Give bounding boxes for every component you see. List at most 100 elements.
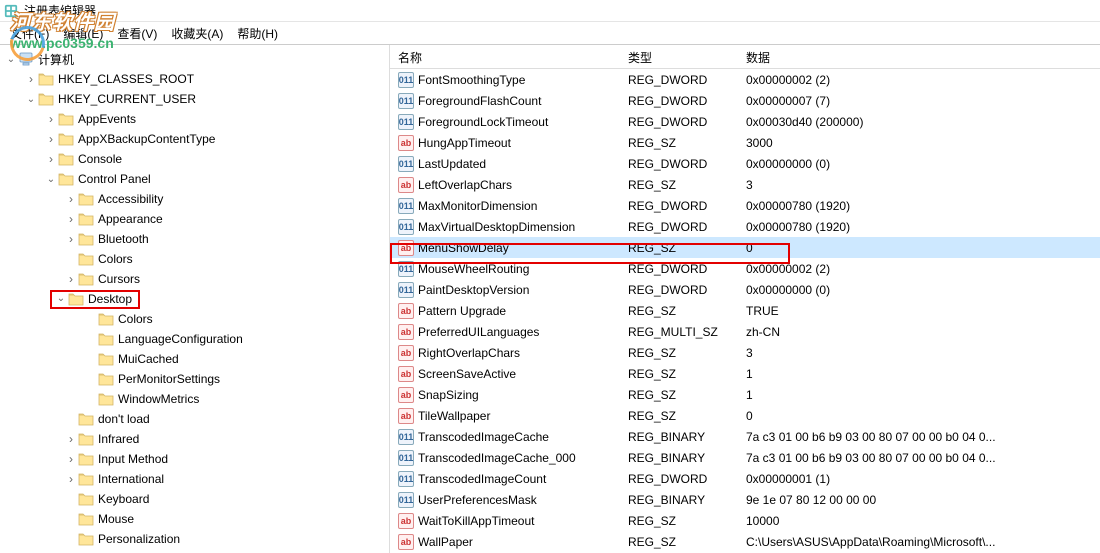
list-row[interactable]: abPreferredUILanguagesREG_MULTI_SZzh-CN — [390, 321, 1100, 342]
folder-icon — [78, 212, 94, 226]
list-row[interactable]: abWallPaperREG_SZC:\Users\ASUS\AppData\R… — [390, 531, 1100, 552]
binary-icon: 011 — [398, 282, 414, 298]
col-header-name[interactable]: 名称 — [390, 45, 620, 68]
value-name: TranscodedImageCache — [418, 430, 549, 444]
value-name: HungAppTimeout — [418, 136, 511, 150]
tree-appx[interactable]: AppXBackupContentType — [0, 129, 389, 149]
value-data: 0x00000000 (0) — [738, 157, 1100, 171]
tree-pers[interactable]: Personalization — [0, 529, 389, 549]
list-row[interactable]: 011MouseWheelRoutingREG_DWORD0x00000002 … — [390, 258, 1100, 279]
value-type: REG_SZ — [620, 241, 738, 255]
menu-view[interactable]: 查看(V) — [111, 23, 163, 44]
folder-icon — [58, 152, 74, 166]
value-name: ForegroundFlashCount — [418, 94, 541, 108]
tree-appearance[interactable]: Appearance — [0, 209, 389, 229]
list-row[interactable]: 011TranscodedImageCacheREG_BINARY7a c3 0… — [390, 426, 1100, 447]
binary-icon: 011 — [398, 429, 414, 445]
list-row[interactable]: 011TranscodedImageCache_000REG_BINARY7a … — [390, 447, 1100, 468]
tree-intl[interactable]: International — [0, 469, 389, 489]
list-row[interactable]: abTileWallpaperREG_SZ0 — [390, 405, 1100, 426]
tree-dontload[interactable]: don't load — [0, 409, 389, 429]
list-row[interactable]: abLeftOverlapCharsREG_SZ3 — [390, 174, 1100, 195]
value-type: REG_SZ — [620, 367, 738, 381]
folder-icon — [78, 192, 94, 206]
tree-hkcr[interactable]: HKEY_CLASSES_ROOT — [0, 69, 389, 89]
menu-file[interactable]: 文件(F) — [4, 23, 55, 44]
tree-bluetooth[interactable]: Bluetooth — [0, 229, 389, 249]
value-data: 3 — [738, 178, 1100, 192]
value-name: LeftOverlapChars — [418, 178, 512, 192]
value-name: ScreenSaveActive — [418, 367, 516, 381]
tree-langconf[interactable]: LanguageConfiguration — [0, 329, 389, 349]
binary-icon: 011 — [398, 93, 414, 109]
folder-icon — [78, 232, 94, 246]
list-row[interactable]: 011TranscodedImageCountREG_DWORD0x000000… — [390, 468, 1100, 489]
list-row[interactable]: abMenuShowDelayREG_SZ0 — [390, 237, 1100, 258]
tree-pane[interactable]: 计算机 HKEY_CLASSES_ROOT HKEY_CURRENT_USER … — [0, 45, 390, 553]
string-icon: ab — [398, 408, 414, 424]
list-row[interactable]: abPattern UpgradeREG_SZTRUE — [390, 300, 1100, 321]
list-row[interactable]: abHungAppTimeoutREG_SZ3000 — [390, 132, 1100, 153]
value-data: 0x00000780 (1920) — [738, 220, 1100, 234]
tree-controlpanel[interactable]: Control Panel — [0, 169, 389, 189]
value-data: 0x00030d40 (200000) — [738, 115, 1100, 129]
value-name: TranscodedImageCount — [418, 472, 546, 486]
list-row[interactable]: abWaitToKillAppTimeoutREG_SZ10000 — [390, 510, 1100, 531]
value-name: MaxMonitorDimension — [418, 199, 537, 213]
tree-colors2[interactable]: Colors — [0, 309, 389, 329]
string-icon: ab — [398, 303, 414, 319]
value-type: REG_SZ — [620, 346, 738, 360]
tree-infrared[interactable]: Infrared — [0, 429, 389, 449]
tree-keyboard[interactable]: Keyboard — [0, 489, 389, 509]
list-row[interactable]: 011FontSmoothingTypeREG_DWORD0x00000002 … — [390, 69, 1100, 90]
folder-icon — [78, 252, 94, 266]
value-name: RightOverlapChars — [418, 346, 520, 360]
value-data: zh-CN — [738, 325, 1100, 339]
tree-computer[interactable]: 计算机 — [0, 49, 389, 69]
value-data: 7a c3 01 00 b6 b9 03 00 80 07 00 00 b0 0… — [738, 451, 1100, 465]
value-data: 0x00000007 (7) — [738, 94, 1100, 108]
tree-hkcu[interactable]: HKEY_CURRENT_USER — [0, 89, 389, 109]
value-type: REG_SZ — [620, 409, 738, 423]
list-pane[interactable]: 名称 类型 数据 011FontSmoothingTypeREG_DWORD0x… — [390, 45, 1100, 553]
list-row[interactable]: 011MaxMonitorDimensionREG_DWORD0x0000078… — [390, 195, 1100, 216]
col-header-type[interactable]: 类型 — [620, 45, 738, 68]
menu-help[interactable]: 帮助(H) — [231, 23, 284, 44]
tree-winmetrics[interactable]: WindowMetrics — [0, 389, 389, 409]
tree-muicached[interactable]: MuiCached — [0, 349, 389, 369]
tree-colors[interactable]: Colors — [0, 249, 389, 269]
list-row[interactable]: 011UserPreferencesMaskREG_BINARY9e 1e 07… — [390, 489, 1100, 510]
value-type: REG_SZ — [620, 535, 738, 549]
tree-accessibility[interactable]: Accessibility — [0, 189, 389, 209]
value-name: FontSmoothingType — [418, 73, 525, 87]
tree-appevents[interactable]: AppEvents — [0, 109, 389, 129]
menu-edit[interactable]: 编辑(E) — [57, 23, 109, 44]
tree-desktop[interactable]: Desktop — [0, 289, 389, 309]
pc-icon — [18, 52, 34, 66]
col-header-data[interactable]: 数据 — [738, 45, 1100, 68]
tree-console[interactable]: Console — [0, 149, 389, 169]
value-data: 0x00000001 (1) — [738, 472, 1100, 486]
list-row[interactable]: 011PaintDesktopVersionREG_DWORD0x0000000… — [390, 279, 1100, 300]
string-icon: ab — [398, 345, 414, 361]
menu-fav[interactable]: 收藏夹(A) — [165, 23, 229, 44]
value-data: TRUE — [738, 304, 1100, 318]
value-data: C:\Users\ASUS\AppData\Roaming\Microsoft\… — [738, 535, 1100, 549]
value-name: WallPaper — [418, 535, 473, 549]
list-row[interactable]: 011ForegroundLockTimeoutREG_DWORD0x00030… — [390, 111, 1100, 132]
window-title: 注册表编辑器 — [24, 2, 96, 19]
tree-cursors[interactable]: Cursors — [0, 269, 389, 289]
tree-inputmethod[interactable]: Input Method — [0, 449, 389, 469]
value-type: REG_SZ — [620, 178, 738, 192]
list-row[interactable]: abRightOverlapCharsREG_SZ3 — [390, 342, 1100, 363]
list-row[interactable]: 011ForegroundFlashCountREG_DWORD0x000000… — [390, 90, 1100, 111]
value-data: 0x00000780 (1920) — [738, 199, 1100, 213]
list-row[interactable]: 011LastUpdatedREG_DWORD0x00000000 (0) — [390, 153, 1100, 174]
list-row[interactable]: abScreenSaveActiveREG_SZ1 — [390, 363, 1100, 384]
tree-mouse[interactable]: Mouse — [0, 509, 389, 529]
list-row[interactable]: 011MaxVirtualDesktopDimensionREG_DWORD0x… — [390, 216, 1100, 237]
list-row[interactable]: abSnapSizingREG_SZ1 — [390, 384, 1100, 405]
value-name: UserPreferencesMask — [418, 493, 537, 507]
binary-icon: 011 — [398, 492, 414, 508]
tree-permon[interactable]: PerMonitorSettings — [0, 369, 389, 389]
